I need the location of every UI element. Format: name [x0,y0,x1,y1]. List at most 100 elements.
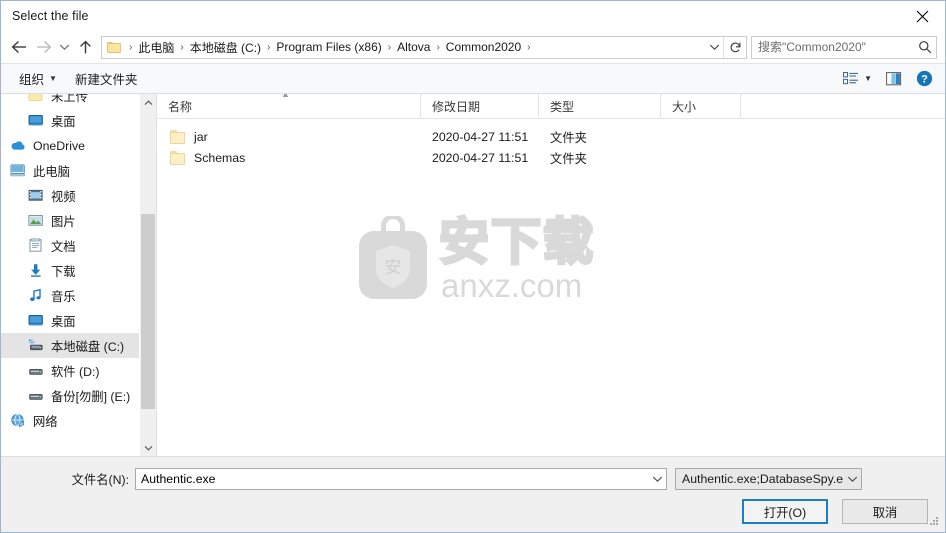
file-rows: jar 2020-04-27 11:51 文件夹 Schemas 2020-04-27 … [157,119,945,168]
sidebar-item-label: 桌面 [51,314,76,329]
organize-label: 组织 [19,73,45,87]
resize-grip[interactable] [930,517,940,527]
sidebar-item-7[interactable]: 下载 [1,258,139,283]
file-type-cell: 文件夹 [550,130,587,145]
sidebar-item-label: 软件 (D:) [51,364,100,379]
filename-label: 文件名(N): [71,473,129,487]
drive-icon [27,388,45,404]
column-header-size[interactable]: 大小 [661,94,741,118]
this-pc-icon [9,163,27,179]
forward-arrow-icon [36,40,51,54]
forward-button[interactable] [31,34,55,60]
file-date-cell: 2020-04-27 11:51 [432,150,529,165]
sidebar-item-6[interactable]: 文档 [1,233,139,258]
sidebar-item-8[interactable]: 音乐 [1,283,139,308]
filename-dropdown-button[interactable] [649,475,666,483]
folder-icon [170,129,187,144]
filename-input[interactable] [136,472,649,486]
watermark: 安 安下载 anxz.com [353,207,612,310]
file-type-cell: 文件夹 [550,151,587,166]
scrollbar-thumb[interactable] [141,214,155,409]
table-row[interactable]: jar 2020-04-27 11:51 文件夹 [157,126,945,147]
breadcrumb-item-3[interactable]: Altova [396,40,431,54]
dialog-buttons: 打开(O) 取消 [728,499,928,524]
search-input[interactable] [752,40,914,54]
refresh-button[interactable] [723,36,746,58]
toolbar: 组织 ▼ 新建文件夹 ▼ ? [1,63,945,94]
scroll-down-icon [144,445,152,451]
pictures-icon [27,213,45,229]
local-disk-icon [29,339,43,351]
organize-button[interactable]: 组织 ▼ [15,66,61,91]
close-button[interactable] [899,1,945,31]
open-button[interactable]: 打开(O) [742,499,828,524]
watermark-text: 安下载 anxz.com [438,211,612,305]
sidebar-item-label: 视频 [51,189,76,204]
chevron-down-icon [59,44,69,51]
sidebar-item-11[interactable]: 软件 (D:) [1,358,139,383]
search-box[interactable] [751,35,937,59]
sidebar-item-0[interactable]: 未上传 [1,94,139,108]
address-dropdown-button[interactable] [705,37,723,58]
column-header-type[interactable]: 类型 [539,94,661,118]
drive-icon [29,369,43,375]
sort-ascending-icon: ▲ [281,94,290,99]
address-bar[interactable]: › 此电脑 › 本地磁盘 (C:) › Program Files (x86) … [101,35,747,59]
navigation-scrollbar[interactable] [139,94,156,456]
table-row[interactable]: Schemas 2020-04-27 11:51 文件夹 [157,147,945,168]
sidebar-item-label: 此电脑 [33,164,70,179]
dialog-body: 未上传 桌面 OneDrive 此电脑 视频 图片 文档 下载 音乐 桌面 本地磁盘 (C:) 软件 … [1,94,945,456]
pictures-icon [28,215,43,226]
sidebar-item-9[interactable]: 桌面 [1,308,139,333]
search-button[interactable] [914,40,936,54]
breadcrumb-item-1[interactable]: 本地磁盘 (C:) [189,39,262,56]
sidebar-item-3[interactable]: 此电脑 [1,158,139,183]
breadcrumb-item-4[interactable]: Common2020 [445,40,522,54]
sidebar-item-5[interactable]: 图片 [1,208,139,233]
sidebar-item-13[interactable]: 网络 [1,408,139,433]
sidebar-item-1[interactable]: 桌面 [1,108,139,133]
breadcrumb[interactable]: › 此电脑 › 本地磁盘 (C:) › Program Files (x86) … [102,39,705,56]
breadcrumb-item-0[interactable]: 此电脑 [137,39,175,56]
folder-icon [28,94,43,101]
preview-pane-icon [886,71,902,85]
folder-icon [27,94,45,104]
network-icon [11,413,25,428]
address-bar-row: › 此电脑 › 本地磁盘 (C:) › Program Files (x86) … [1,31,945,63]
navigation-pane: 未上传 桌面 OneDrive 此电脑 视频 图片 文档 下载 音乐 桌面 本地磁盘 (C:) 软件 … [1,94,139,456]
dialog-footer: 文件名(N): Authentic.exe;DatabaseSpy.e [1,456,945,532]
view-options-button[interactable]: ▼ [839,70,876,88]
file-type-filter-dropdown-button[interactable] [844,475,861,483]
breadcrumb-item-2[interactable]: Program Files (x86) [275,40,382,54]
help-button[interactable]: ? [912,68,937,89]
sidebar-item-label: 图片 [51,214,76,229]
sidebar-item-2[interactable]: OneDrive [1,133,139,158]
desktop-icon [28,314,43,326]
sidebar-item-10[interactable]: 本地磁盘 (C:) [1,333,139,358]
music-icon [27,288,45,304]
breadcrumb-separator-4: › [436,41,440,53]
this-pc-icon [10,164,26,177]
scroll-down-button[interactable] [140,439,156,456]
preview-pane-button[interactable] [882,70,906,88]
view-options-icon [843,71,859,84]
desktop-icon [27,313,45,329]
back-button[interactable] [7,34,31,60]
sidebar-item-4[interactable]: 视频 [1,183,139,208]
new-folder-button[interactable]: 新建文件夹 [71,66,142,91]
sidebar-item-label: 桌面 [51,114,76,129]
column-header-date[interactable]: 修改日期 [421,94,539,118]
cancel-button[interactable]: 取消 [842,499,928,524]
breadcrumb-separator-0: › [129,41,133,53]
search-icon [919,41,932,54]
recent-locations-button[interactable] [55,34,73,60]
sidebar-item-label: 音乐 [51,289,76,304]
filename-combobox[interactable] [135,468,667,490]
column-header-name[interactable]: 名称 ▲ [157,94,421,118]
scroll-up-button[interactable] [140,94,156,111]
onedrive-icon [11,141,25,150]
file-date-cell: 2020-04-27 11:51 [432,129,529,144]
sidebar-item-12[interactable]: 备份[勿删] (E:) [1,383,139,408]
up-button[interactable] [73,34,97,60]
file-type-filter-combobox[interactable]: Authentic.exe;DatabaseSpy.e [675,468,862,490]
